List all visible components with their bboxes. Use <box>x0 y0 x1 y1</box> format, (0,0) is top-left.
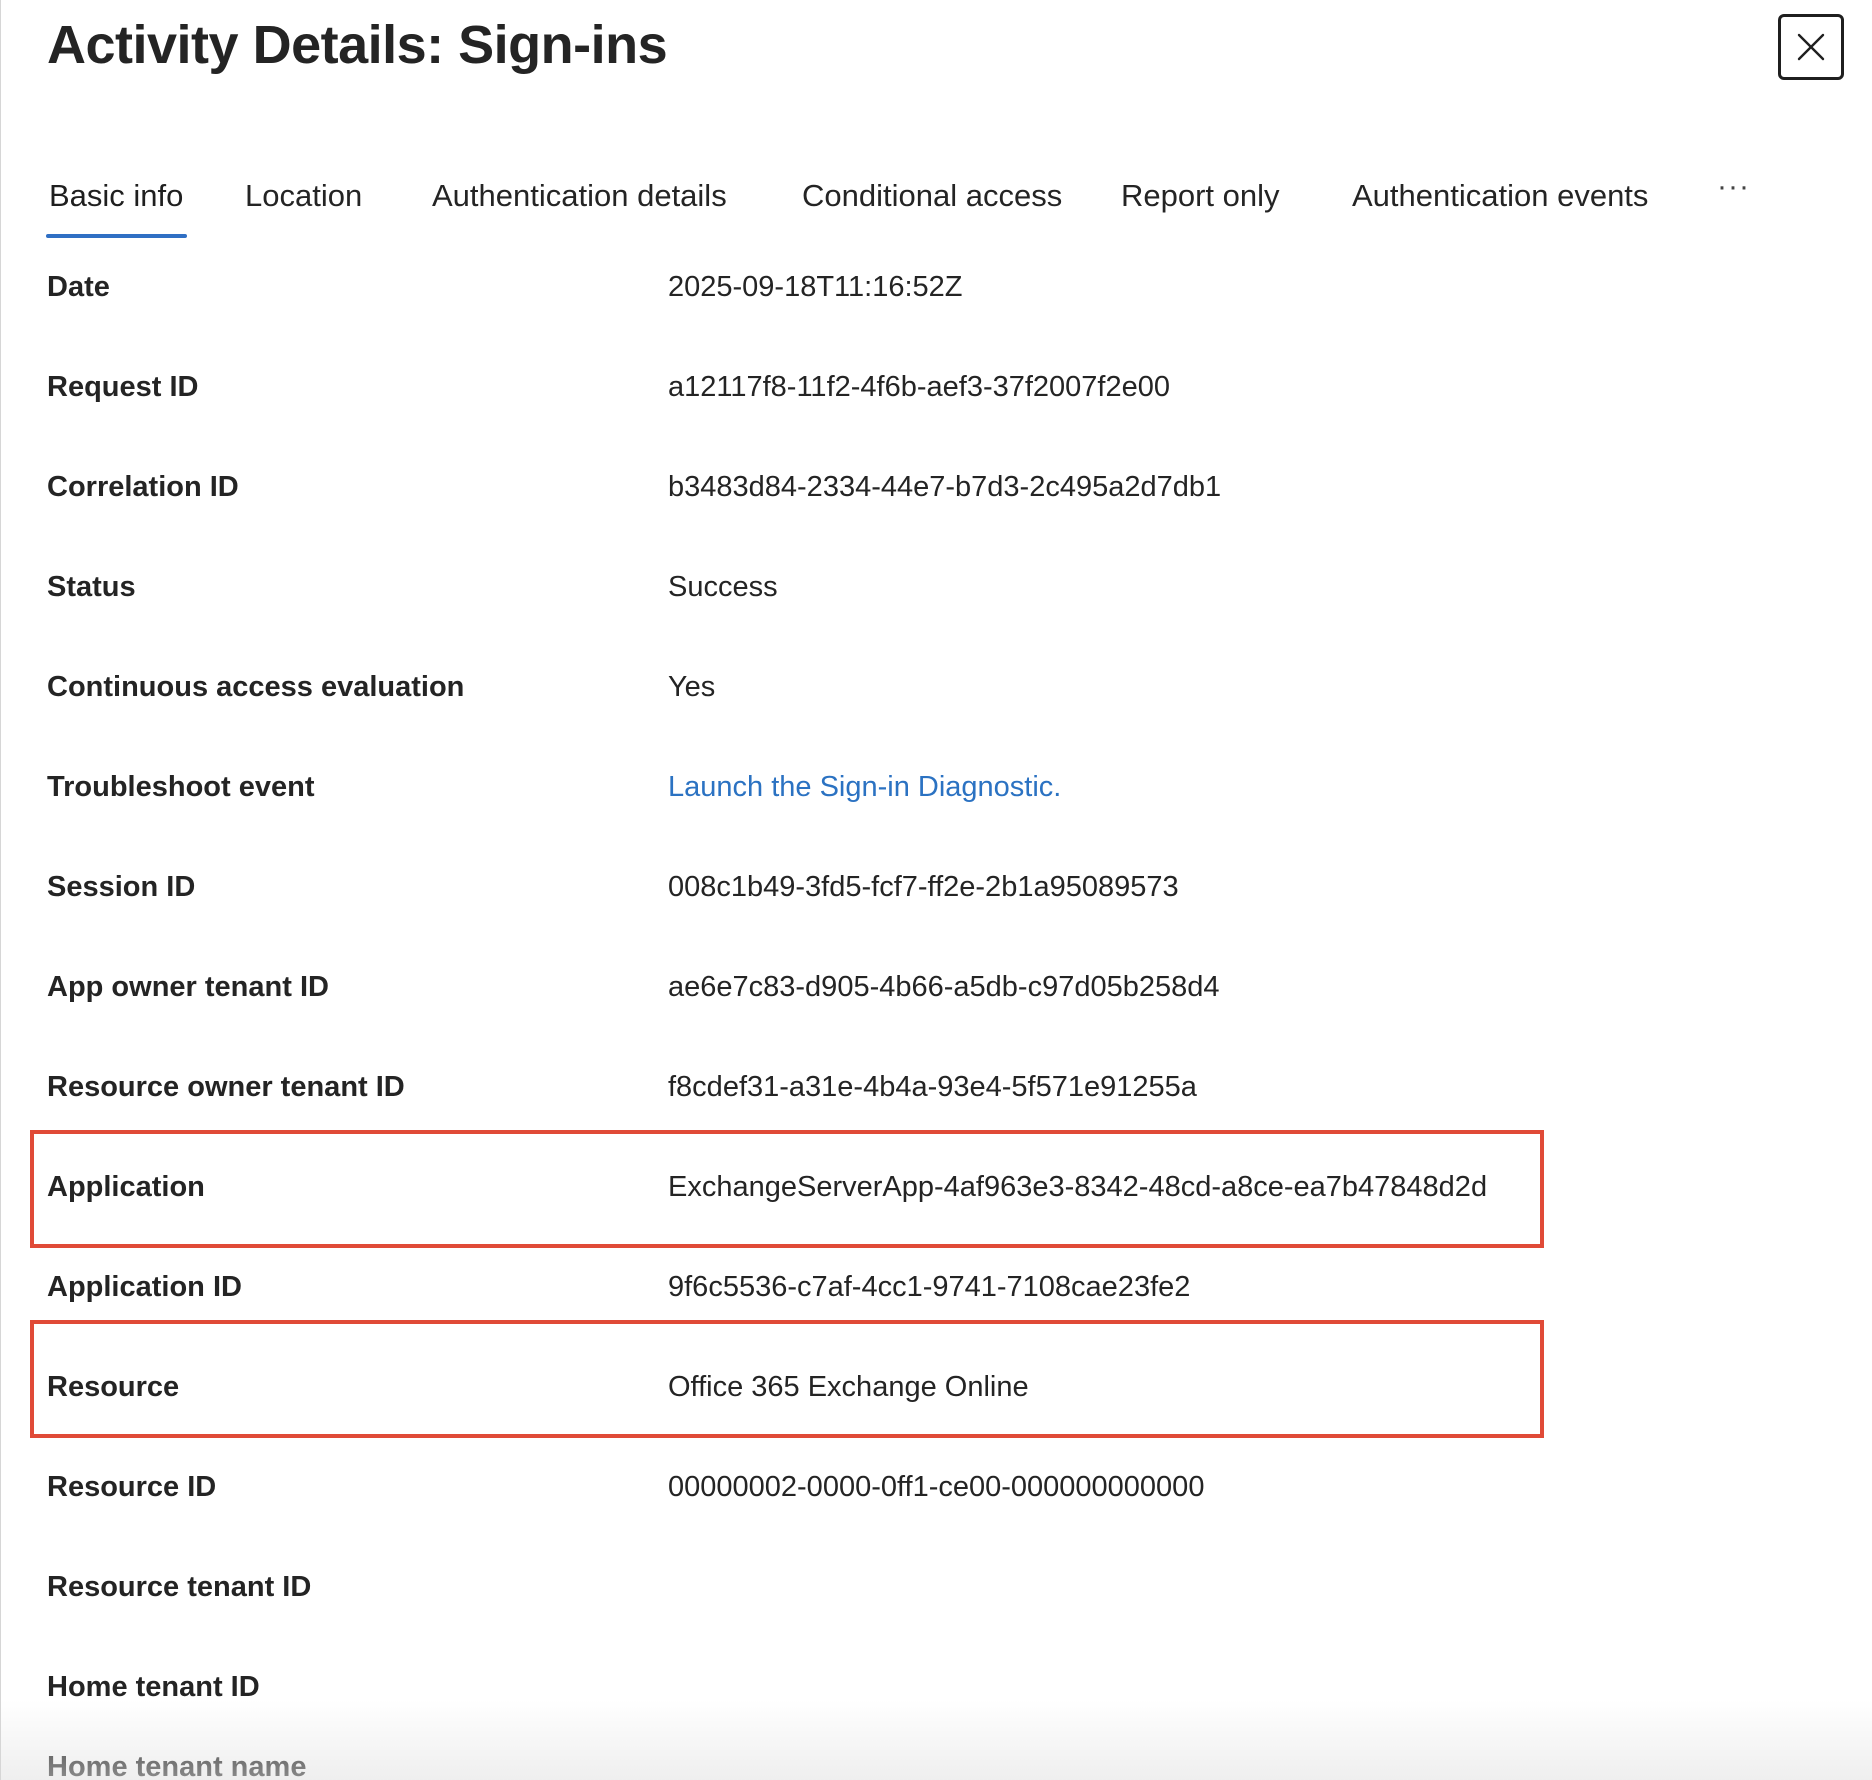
detail-value: 008c1b49-3fd5-fcf7-ff2e-2b1a95089573 <box>668 871 1179 903</box>
detail-label: Application ID <box>47 1271 242 1303</box>
sign-in-diagnostic-link[interactable]: Launch the Sign-in Diagnostic. <box>668 767 1061 807</box>
detail-row-resource-tenant-id: Resource tenant ID <box>1 1567 1872 1667</box>
tab-report-only[interactable]: Report only <box>1121 178 1280 214</box>
close-button[interactable] <box>1778 14 1844 80</box>
detail-value: 9f6c5536-c7af-4cc1-9741-7108cae23fe2 <box>668 1271 1191 1303</box>
tab-location[interactable]: Location <box>245 178 362 214</box>
detail-label: Date <box>47 271 110 303</box>
detail-row-request-id: Request ID a12117f8-11f2-4f6b-aef3-37f20… <box>1 367 1872 467</box>
detail-label: Troubleshoot event <box>47 771 315 803</box>
detail-value: 2025-09-18T11:16:52Z <box>668 271 963 303</box>
detail-label: Request ID <box>47 371 199 403</box>
tab-bar: Basic info Location Authentication detai… <box>1 160 1872 240</box>
detail-value: f8cdef31-a31e-4b4a-93e4-5f571e91255a <box>668 1071 1197 1103</box>
detail-label: App owner tenant ID <box>47 971 329 1003</box>
panel-title: Activity Details: Sign-ins <box>47 15 668 75</box>
detail-value: 00000002-0000-0ff1-ce00-000000000000 <box>668 1471 1205 1503</box>
detail-label: Home tenant ID <box>47 1671 260 1703</box>
detail-row-status: Status Success <box>1 567 1872 667</box>
tab-basic-info[interactable]: Basic info <box>49 178 183 214</box>
detail-value: a12117f8-11f2-4f6b-aef3-37f2007f2e00 <box>668 371 1171 403</box>
detail-label: Resource tenant ID <box>47 1571 312 1603</box>
application-highlight-box <box>30 1130 1544 1248</box>
detail-value: ae6e7c83-d905-4b66-a5db-c97d05b258d4 <box>668 971 1220 1003</box>
detail-label: Continuous access evaluation <box>47 671 465 703</box>
tab-conditional-access[interactable]: Conditional access <box>802 178 1062 214</box>
tab-authentication-details[interactable]: Authentication details <box>432 178 727 214</box>
detail-value: b3483d84-2334-44e7-b7d3-2c495a2d7db1 <box>668 471 1222 503</box>
detail-label: Resource ID <box>47 1471 217 1503</box>
detail-row-app-owner-tenant-id: App owner tenant ID ae6e7c83-d905-4b66-a… <box>1 967 1872 1067</box>
close-icon <box>1797 33 1825 61</box>
detail-value: Yes <box>668 671 716 703</box>
detail-row-date: Date 2025-09-18T11:16:52Z <box>1 267 1872 367</box>
detail-row-continuous-access-evaluation: Continuous access evaluation Yes <box>1 667 1872 767</box>
detail-row-session-id: Session ID 008c1b49-3fd5-fcf7-ff2e-2b1a9… <box>1 867 1872 967</box>
detail-row-correlation-id: Correlation ID b3483d84-2334-44e7-b7d3-2… <box>1 467 1872 567</box>
detail-row-resource-id: Resource ID 00000002-0000-0ff1-ce00-0000… <box>1 1467 1872 1567</box>
detail-row-troubleshoot-event: Troubleshoot event Launch the Sign-in Di… <box>1 767 1872 867</box>
more-tabs-icon[interactable]: ··· <box>1717 170 1750 204</box>
resource-highlight-box <box>30 1320 1544 1438</box>
detail-row-home-tenant-name: Home tenant name <box>1 1747 1872 1780</box>
activity-details-panel: Activity Details: Sign-ins Basic info Lo… <box>0 0 1872 1780</box>
detail-value: Success <box>668 571 778 603</box>
detail-label: Session ID <box>47 871 196 903</box>
detail-label: Home tenant name <box>47 1751 307 1780</box>
tab-authentication-events[interactable]: Authentication events <box>1352 178 1648 214</box>
detail-label: Correlation ID <box>47 471 239 503</box>
active-tab-indicator <box>46 234 187 238</box>
detail-label: Status <box>47 571 136 603</box>
detail-label: Resource owner tenant ID <box>47 1071 405 1103</box>
